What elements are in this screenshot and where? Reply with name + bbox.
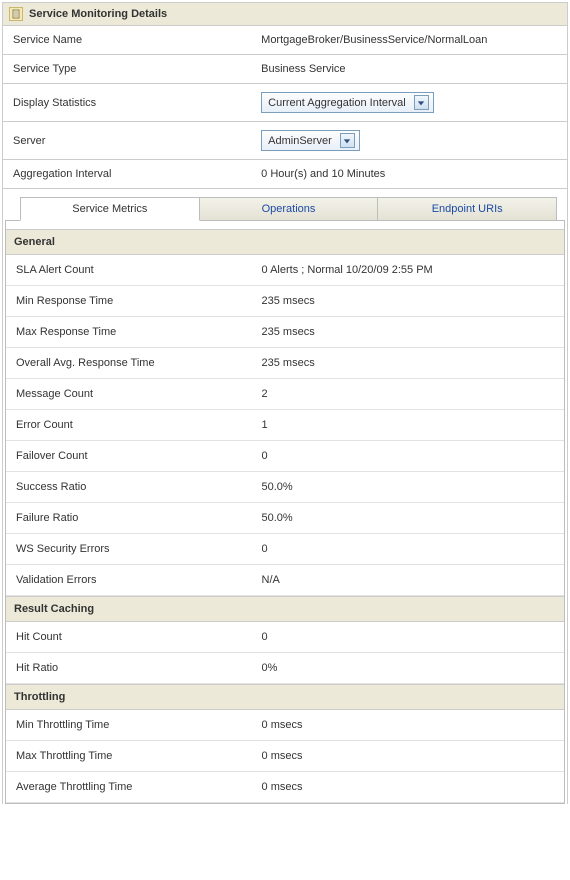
info-row: Service Type Business Service xyxy=(3,55,567,84)
info-label: Display Statistics xyxy=(3,84,251,122)
info-label: Service Name xyxy=(3,26,251,55)
metric-label: Hit Ratio xyxy=(6,653,252,684)
table-row: Max Response Time235 msecs xyxy=(6,317,564,348)
info-value-cell: Current Aggregation Interval xyxy=(251,84,567,122)
data-table: Min Throttling Time0 msecsMax Throttling… xyxy=(6,710,564,803)
table-row: Failover Count0 xyxy=(6,441,564,472)
metric-value: 50.0% xyxy=(252,503,564,534)
metric-label: SLA Alert Count xyxy=(6,255,252,286)
metric-label: Failover Count xyxy=(6,441,252,472)
metric-label: Min Response Time xyxy=(6,286,252,317)
metric-value: 0 msecs xyxy=(252,710,564,741)
table-row: Average Throttling Time0 msecs xyxy=(6,772,564,803)
tab-operations[interactable]: Operations xyxy=(199,197,379,221)
metric-value: 1 xyxy=(252,410,564,441)
metric-value: 235 msecs xyxy=(252,348,564,379)
table-row: Hit Ratio0% xyxy=(6,653,564,684)
chevron-down-icon xyxy=(340,133,355,148)
table-row: Hit Count0 xyxy=(6,622,564,653)
metric-label: Min Throttling Time xyxy=(6,710,252,741)
metric-label: Failure Ratio xyxy=(6,503,252,534)
table-row: Error Count1 xyxy=(6,410,564,441)
metric-value: N/A xyxy=(252,565,564,596)
metric-value: 0 Alerts ; Normal 10/20/09 2:55 PM xyxy=(252,255,564,286)
metric-label: WS Security Errors xyxy=(6,534,252,565)
info-value-cell: 0 Hour(s) and 10 Minutes xyxy=(251,160,567,189)
info-value: MortgageBroker/BusinessService/NormalLoa… xyxy=(261,34,487,46)
table-row: Message Count2 xyxy=(6,379,564,410)
table-row: Max Throttling Time0 msecs xyxy=(6,741,564,772)
metric-label: Error Count xyxy=(6,410,252,441)
table-row: Failure Ratio50.0% xyxy=(6,503,564,534)
tab-label: Service Metrics xyxy=(72,203,147,215)
select-display-statistics[interactable]: Current Aggregation Interval xyxy=(261,92,434,113)
info-row: Display Statistics Current Aggregation In… xyxy=(3,84,567,122)
metric-value: 0% xyxy=(252,653,564,684)
table-row: Success Ratio50.0% xyxy=(6,472,564,503)
metric-value: 235 msecs xyxy=(252,286,564,317)
metric-label: Max Response Time xyxy=(6,317,252,348)
table-row: Min Response Time235 msecs xyxy=(6,286,564,317)
info-label: Server xyxy=(3,122,251,160)
info-row: Service Name MortgageBroker/BusinessServi… xyxy=(3,26,567,55)
metric-label: Overall Avg. Response Time xyxy=(6,348,252,379)
metric-value: 50.0% xyxy=(252,472,564,503)
metric-value: 0 xyxy=(252,534,564,565)
table-row: Validation ErrorsN/A xyxy=(6,565,564,596)
info-label: Aggregation Interval xyxy=(3,160,251,189)
select-value: AdminServer xyxy=(268,135,332,147)
service-info-table: Service Name MortgageBroker/BusinessServi… xyxy=(3,26,567,189)
tab-label: Operations xyxy=(262,203,316,215)
data-table: Hit Count0Hit Ratio0% xyxy=(6,622,564,684)
info-value-cell: MortgageBroker/BusinessService/NormalLoa… xyxy=(251,26,567,55)
metric-value: 2 xyxy=(252,379,564,410)
metric-value: 235 msecs xyxy=(252,317,564,348)
table-row: WS Security Errors0 xyxy=(6,534,564,565)
info-row: Server AdminServer xyxy=(3,122,567,160)
metric-label: Max Throttling Time xyxy=(6,741,252,772)
info-value: Business Service xyxy=(261,63,345,75)
data-table: SLA Alert Count0 Alerts ; Normal 10/20/0… xyxy=(6,255,564,596)
document-icon xyxy=(9,7,23,21)
tab-service-metrics[interactable]: Service Metrics xyxy=(20,197,200,221)
table-row: Min Throttling Time0 msecs xyxy=(6,710,564,741)
metric-label: Average Throttling Time xyxy=(6,772,252,803)
metric-value: 0 msecs xyxy=(252,772,564,803)
metric-label: Validation Errors xyxy=(6,565,252,596)
metric-value: 0 xyxy=(252,622,564,653)
info-value: 0 Hour(s) and 10 Minutes xyxy=(261,168,385,180)
select-value: Current Aggregation Interval xyxy=(268,97,406,109)
metric-value: 0 xyxy=(252,441,564,472)
table-row: Overall Avg. Response Time235 msecs xyxy=(6,348,564,379)
metric-label: Message Count xyxy=(6,379,252,410)
metric-value: 0 msecs xyxy=(252,741,564,772)
tab-body: GeneralSLA Alert Count0 Alerts ; Normal … xyxy=(5,220,565,804)
monitoring-panel: Service Monitoring Details Service Name M… xyxy=(2,2,568,804)
tab-endpoint-uris[interactable]: Endpoint URIs xyxy=(377,197,557,221)
panel-header: Service Monitoring Details xyxy=(3,3,567,26)
tab-label: Endpoint URIs xyxy=(432,203,503,215)
panel-title: Service Monitoring Details xyxy=(29,8,167,20)
info-value-cell: AdminServer xyxy=(251,122,567,160)
section-header: Throttling xyxy=(6,684,564,710)
info-label: Service Type xyxy=(3,55,251,84)
select-server[interactable]: AdminServer xyxy=(261,130,360,151)
tabs-row: Service Metrics Operations Endpoint URIs xyxy=(3,189,567,221)
metric-label: Success Ratio xyxy=(6,472,252,503)
table-row: SLA Alert Count0 Alerts ; Normal 10/20/0… xyxy=(6,255,564,286)
section-header: Result Caching xyxy=(6,596,564,622)
section-header: General xyxy=(6,229,564,255)
chevron-down-icon xyxy=(414,95,429,110)
info-value-cell: Business Service xyxy=(251,55,567,84)
info-row: Aggregation Interval 0 Hour(s) and 10 Min… xyxy=(3,160,567,189)
metric-label: Hit Count xyxy=(6,622,252,653)
